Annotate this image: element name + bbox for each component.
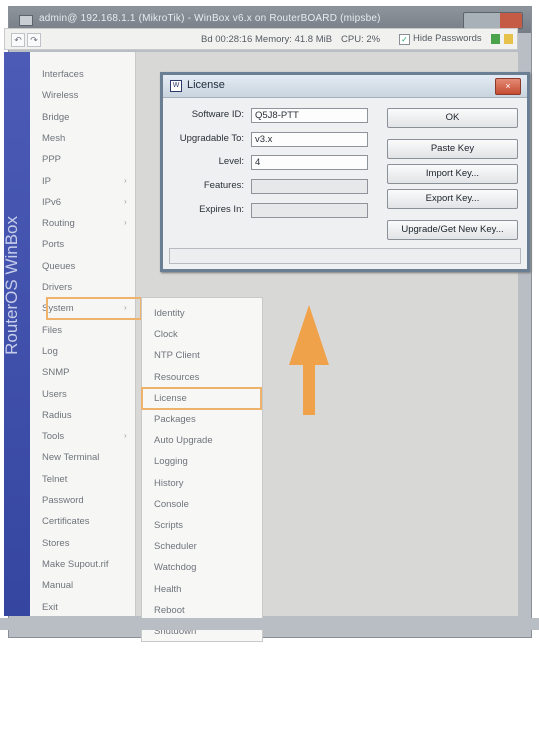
window-title: admin@ 192.168.1.1 (MikroTik) - WinBox v… bbox=[39, 13, 381, 24]
submenu-item-history[interactable]: History bbox=[154, 478, 184, 489]
menu-item-drivers[interactable]: Drivers bbox=[42, 282, 72, 293]
menu-item-users[interactable]: Users bbox=[42, 389, 67, 400]
menu-item-new-terminal[interactable]: New Terminal bbox=[42, 452, 99, 463]
dialog-close-button[interactable]: × bbox=[495, 78, 521, 95]
window-controls[interactable] bbox=[463, 12, 523, 29]
menu-item-ipv6[interactable]: IPv6 bbox=[42, 197, 61, 208]
memory-text: Memory: 41.8 MiB bbox=[255, 34, 333, 45]
submenu-item-reboot[interactable]: Reboot bbox=[154, 605, 185, 616]
menu-item-bridge[interactable]: Bridge bbox=[42, 112, 69, 123]
field-label: Level: bbox=[218, 156, 244, 167]
submenu-item-watchdog[interactable]: Watchdog bbox=[154, 562, 196, 573]
submenu-arrow-icon: › bbox=[124, 218, 127, 228]
undo-icon[interactable]: ↶ bbox=[11, 33, 25, 47]
menu-item-exit[interactable]: Exit bbox=[42, 602, 58, 613]
window-close-button[interactable] bbox=[500, 13, 522, 28]
paste-key-button[interactable]: Paste Key bbox=[387, 139, 518, 159]
field-label: Expires In: bbox=[199, 204, 244, 215]
dialog-status-bar bbox=[169, 248, 521, 264]
menu-item-stores[interactable]: Stores bbox=[42, 538, 69, 549]
submenu-item-scripts[interactable]: Scripts bbox=[154, 520, 183, 531]
menu-item-ip[interactable]: IP bbox=[42, 176, 51, 187]
menu-item-ppp[interactable]: PPP bbox=[42, 154, 61, 165]
submenu-item-logging[interactable]: Logging bbox=[154, 456, 188, 467]
menu-item-interfaces[interactable]: Interfaces bbox=[42, 69, 84, 80]
uptime-text: Bd 00:28:16 bbox=[201, 34, 253, 45]
submenu-item-clock[interactable]: Clock bbox=[154, 329, 178, 340]
import-key-button[interactable]: Import Key... bbox=[387, 164, 518, 184]
field-label: Upgradable To: bbox=[179, 133, 244, 144]
dialog-title-bar[interactable]: W License × bbox=[163, 75, 527, 98]
menu-item-telnet[interactable]: Telnet bbox=[42, 474, 67, 485]
field-label: Features: bbox=[203, 180, 244, 191]
submenu-item-identity[interactable]: Identity bbox=[154, 308, 185, 319]
redo-icon[interactable]: ↷ bbox=[27, 33, 41, 47]
hide-passwords-label: Hide Passwords bbox=[413, 33, 482, 44]
menu-item-manual[interactable]: Manual bbox=[42, 580, 73, 591]
dialog-icon: W bbox=[170, 80, 182, 92]
menu-item-radius[interactable]: Radius bbox=[42, 410, 72, 421]
checkbox-checked-icon: ✓ bbox=[399, 34, 410, 45]
submenu-item-resources[interactable]: Resources bbox=[154, 372, 199, 383]
brand-strip: RouterOS WinBox bbox=[2, 52, 30, 616]
cpu-text: CPU: 2% bbox=[341, 34, 381, 45]
menu-item-make-supout-rif[interactable]: Make Supout.rif bbox=[42, 559, 109, 570]
bottom-border bbox=[0, 618, 539, 630]
field-label: Software ID: bbox=[191, 109, 244, 120]
submenu-item-console[interactable]: Console bbox=[154, 499, 189, 510]
field-expires-in[interactable] bbox=[251, 203, 368, 218]
menu-item-ports[interactable]: Ports bbox=[42, 239, 64, 250]
submenu-item-ntp-client[interactable]: NTP Client bbox=[154, 350, 200, 361]
field-level[interactable]: 4 bbox=[251, 155, 368, 170]
submenu-arrow-icon: › bbox=[124, 196, 127, 206]
brand-label: RouterOS WinBox bbox=[2, 216, 21, 355]
dialog-title: License bbox=[187, 79, 225, 91]
menu-item-snmp[interactable]: SNMP bbox=[42, 367, 69, 378]
menu-item-tools[interactable]: Tools bbox=[42, 431, 64, 442]
ok-button[interactable]: OK bbox=[387, 108, 518, 128]
menu-item-routing[interactable]: Routing bbox=[42, 218, 75, 229]
hide-passwords-checkbox[interactable]: ✓ Hide Passwords bbox=[399, 33, 482, 45]
system-highlight bbox=[46, 297, 142, 320]
menu-item-log[interactable]: Log bbox=[42, 346, 58, 357]
upgrade-key-button[interactable]: Upgrade/Get New Key... bbox=[387, 220, 518, 240]
menu-item-wireless[interactable]: Wireless bbox=[42, 90, 78, 101]
license-dialog: W License × OK Paste Key Import Key... E… bbox=[160, 72, 530, 272]
pointer-arrow-icon bbox=[289, 305, 329, 415]
submenu-item-scheduler[interactable]: Scheduler bbox=[154, 541, 197, 552]
submenu-item-auto-upgrade[interactable]: Auto Upgrade bbox=[154, 435, 213, 446]
toolbar: ↶ ↷ Bd 00:28:16 Memory: 41.8 MiB CPU: 2%… bbox=[4, 28, 518, 50]
menu-item-certificates[interactable]: Certificates bbox=[42, 516, 90, 527]
window-icon bbox=[19, 15, 33, 26]
menu-item-files[interactable]: Files bbox=[42, 325, 62, 336]
field-upgradable-to[interactable]: v3.x bbox=[251, 132, 368, 147]
export-key-button[interactable]: Export Key... bbox=[387, 189, 518, 209]
menu-item-password[interactable]: Password bbox=[42, 495, 84, 506]
status-yellow-icon bbox=[504, 34, 513, 44]
field-software-id[interactable]: Q5J8-PTT bbox=[251, 108, 368, 123]
main-menu: Interfaces Wireless Bridge Mesh PPP IP › IPv6 › R… bbox=[30, 52, 136, 616]
submenu-item-packages[interactable]: Packages bbox=[154, 414, 196, 425]
submenu-item-health[interactable]: Health bbox=[154, 584, 181, 595]
status-green-icon bbox=[491, 34, 500, 44]
field-features[interactable] bbox=[251, 179, 368, 194]
system-submenu: Identity Clock NTP Client Resources License P… bbox=[141, 297, 263, 642]
menu-item-queues[interactable]: Queues bbox=[42, 261, 75, 272]
submenu-arrow-icon: › bbox=[124, 175, 127, 185]
submenu-arrow-icon: › bbox=[124, 431, 127, 441]
menu-item-mesh[interactable]: Mesh bbox=[42, 133, 65, 144]
license-highlight bbox=[141, 387, 262, 410]
